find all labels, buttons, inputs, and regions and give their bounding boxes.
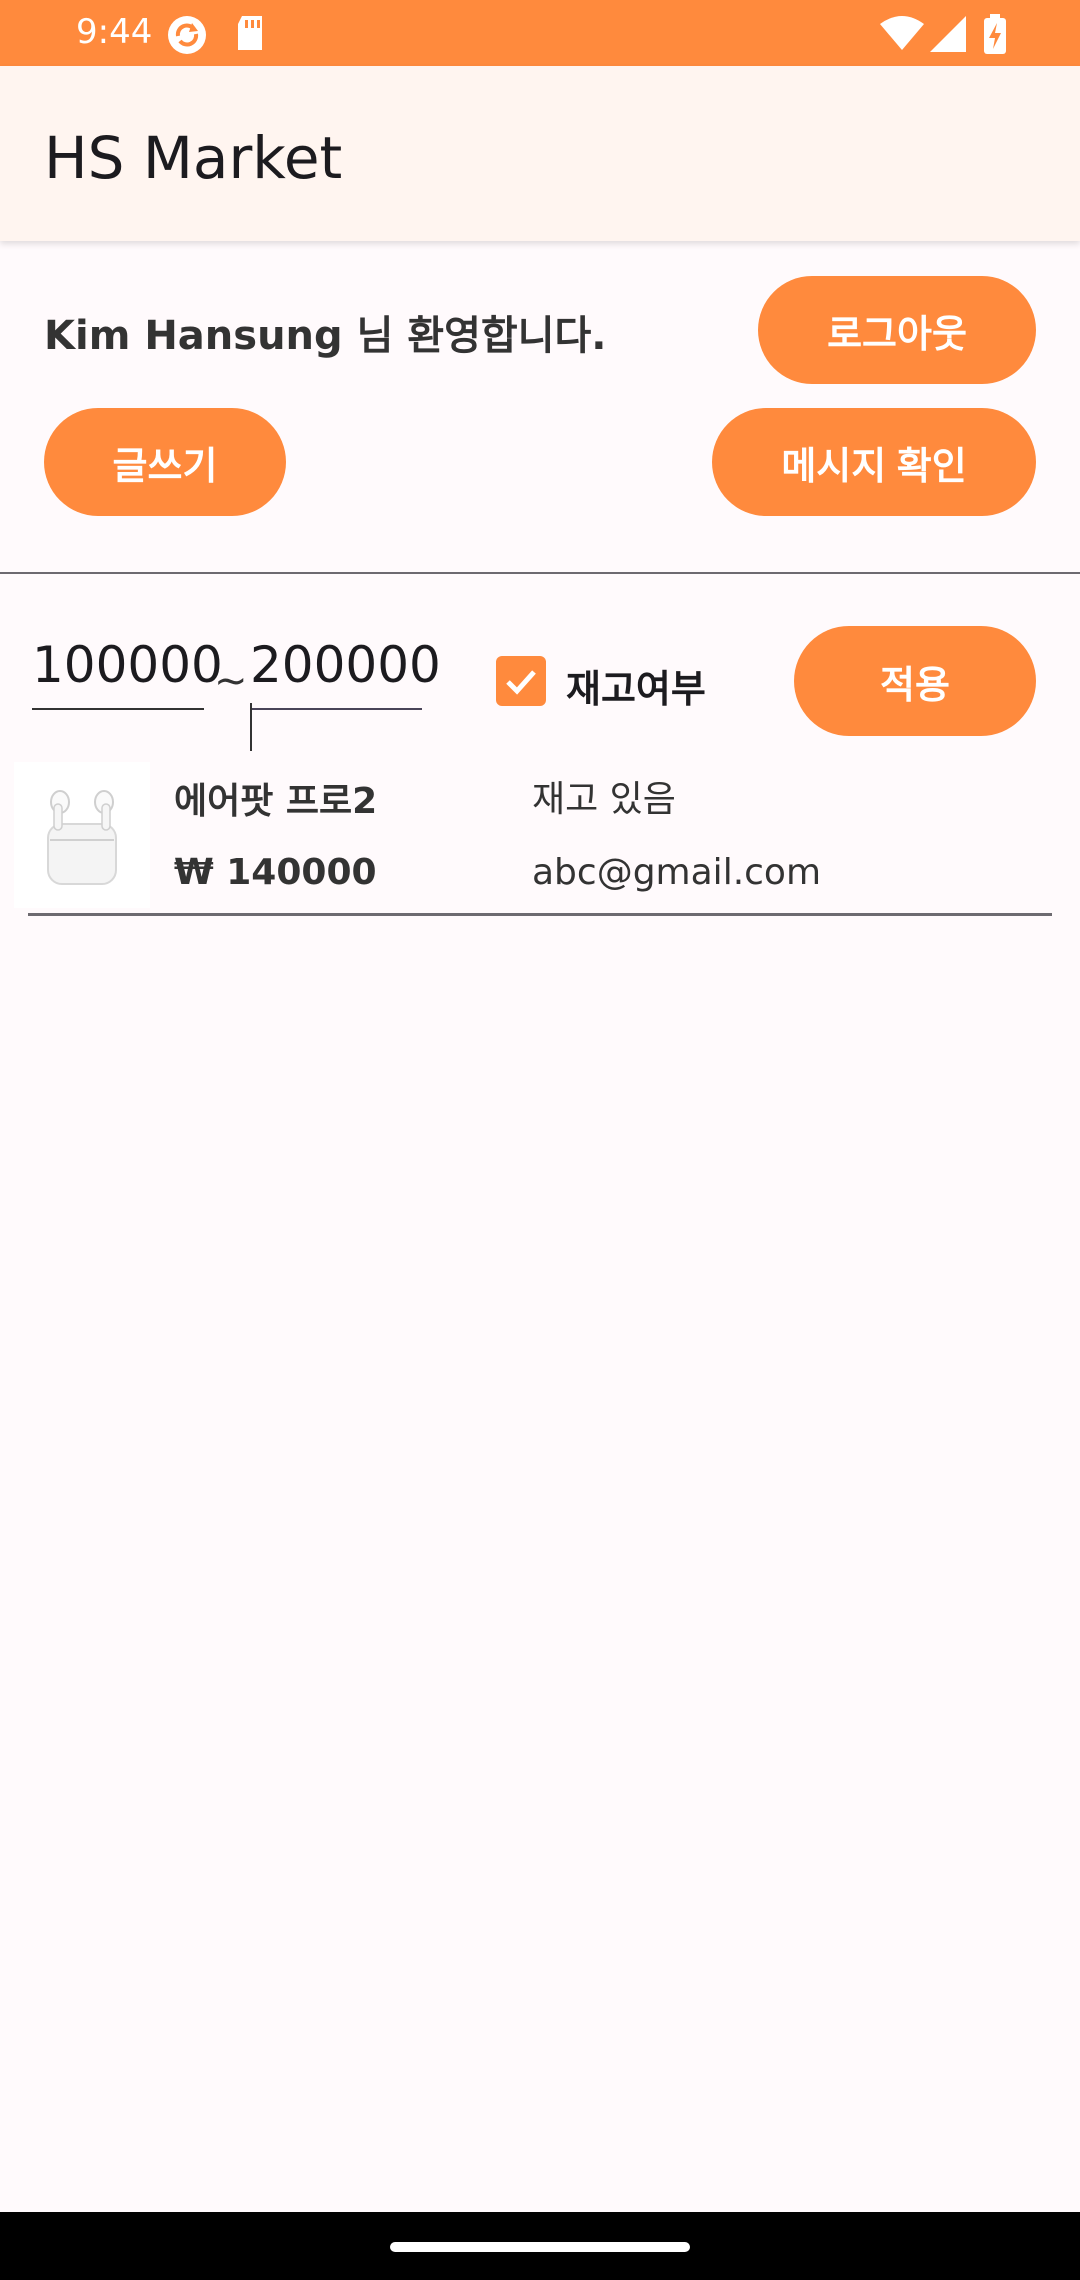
product-seller-email: abc@gmail.com (532, 852, 822, 893)
section-divider (0, 572, 1080, 574)
max-price-value: 200000 (250, 636, 441, 694)
battery-charging-icon (982, 14, 1008, 60)
apply-filter-button[interactable]: 적용 (794, 626, 1036, 736)
wifi-icon (878, 14, 926, 58)
signal-icon (928, 14, 968, 58)
text-cursor (250, 702, 252, 751)
price-range-separator: ~ (214, 658, 248, 704)
in-stock-label: 재고여부 (566, 667, 706, 711)
list-divider (28, 913, 1052, 916)
max-price-input[interactable]: 200000 (250, 636, 441, 751)
airpods-image (14, 762, 150, 908)
status-bar: 9:44 (0, 0, 1080, 66)
logout-button[interactable]: 로그아웃 (758, 276, 1036, 384)
product-price: ₩ 140000 (174, 852, 377, 893)
sd-card-icon (234, 14, 266, 56)
check-icon (506, 670, 536, 695)
product-stock-status: 재고 있음 (532, 779, 676, 820)
write-post-button[interactable]: 글쓰기 (44, 408, 286, 516)
navigation-bar (0, 2212, 1080, 2280)
status-time: 9:44 (76, 12, 153, 52)
product-name: 에어팟 프로2 (174, 781, 378, 822)
sync-icon (166, 14, 208, 60)
in-stock-checkbox[interactable] (496, 656, 546, 706)
home-gesture-handle[interactable] (390, 2242, 690, 2252)
app-title: HS Market (44, 124, 343, 192)
app-bar: HS Market (0, 66, 1080, 241)
welcome-message: Kim Hansung 님 환영합니다. (44, 313, 607, 359)
check-messages-button[interactable]: 메시지 확인 (712, 408, 1036, 516)
product-list-item[interactable]: 에어팟 프로2 ₩ 140000 재고 있음 abc@gmail.com (14, 760, 1052, 916)
min-price-input[interactable]: 100000 (32, 636, 223, 710)
